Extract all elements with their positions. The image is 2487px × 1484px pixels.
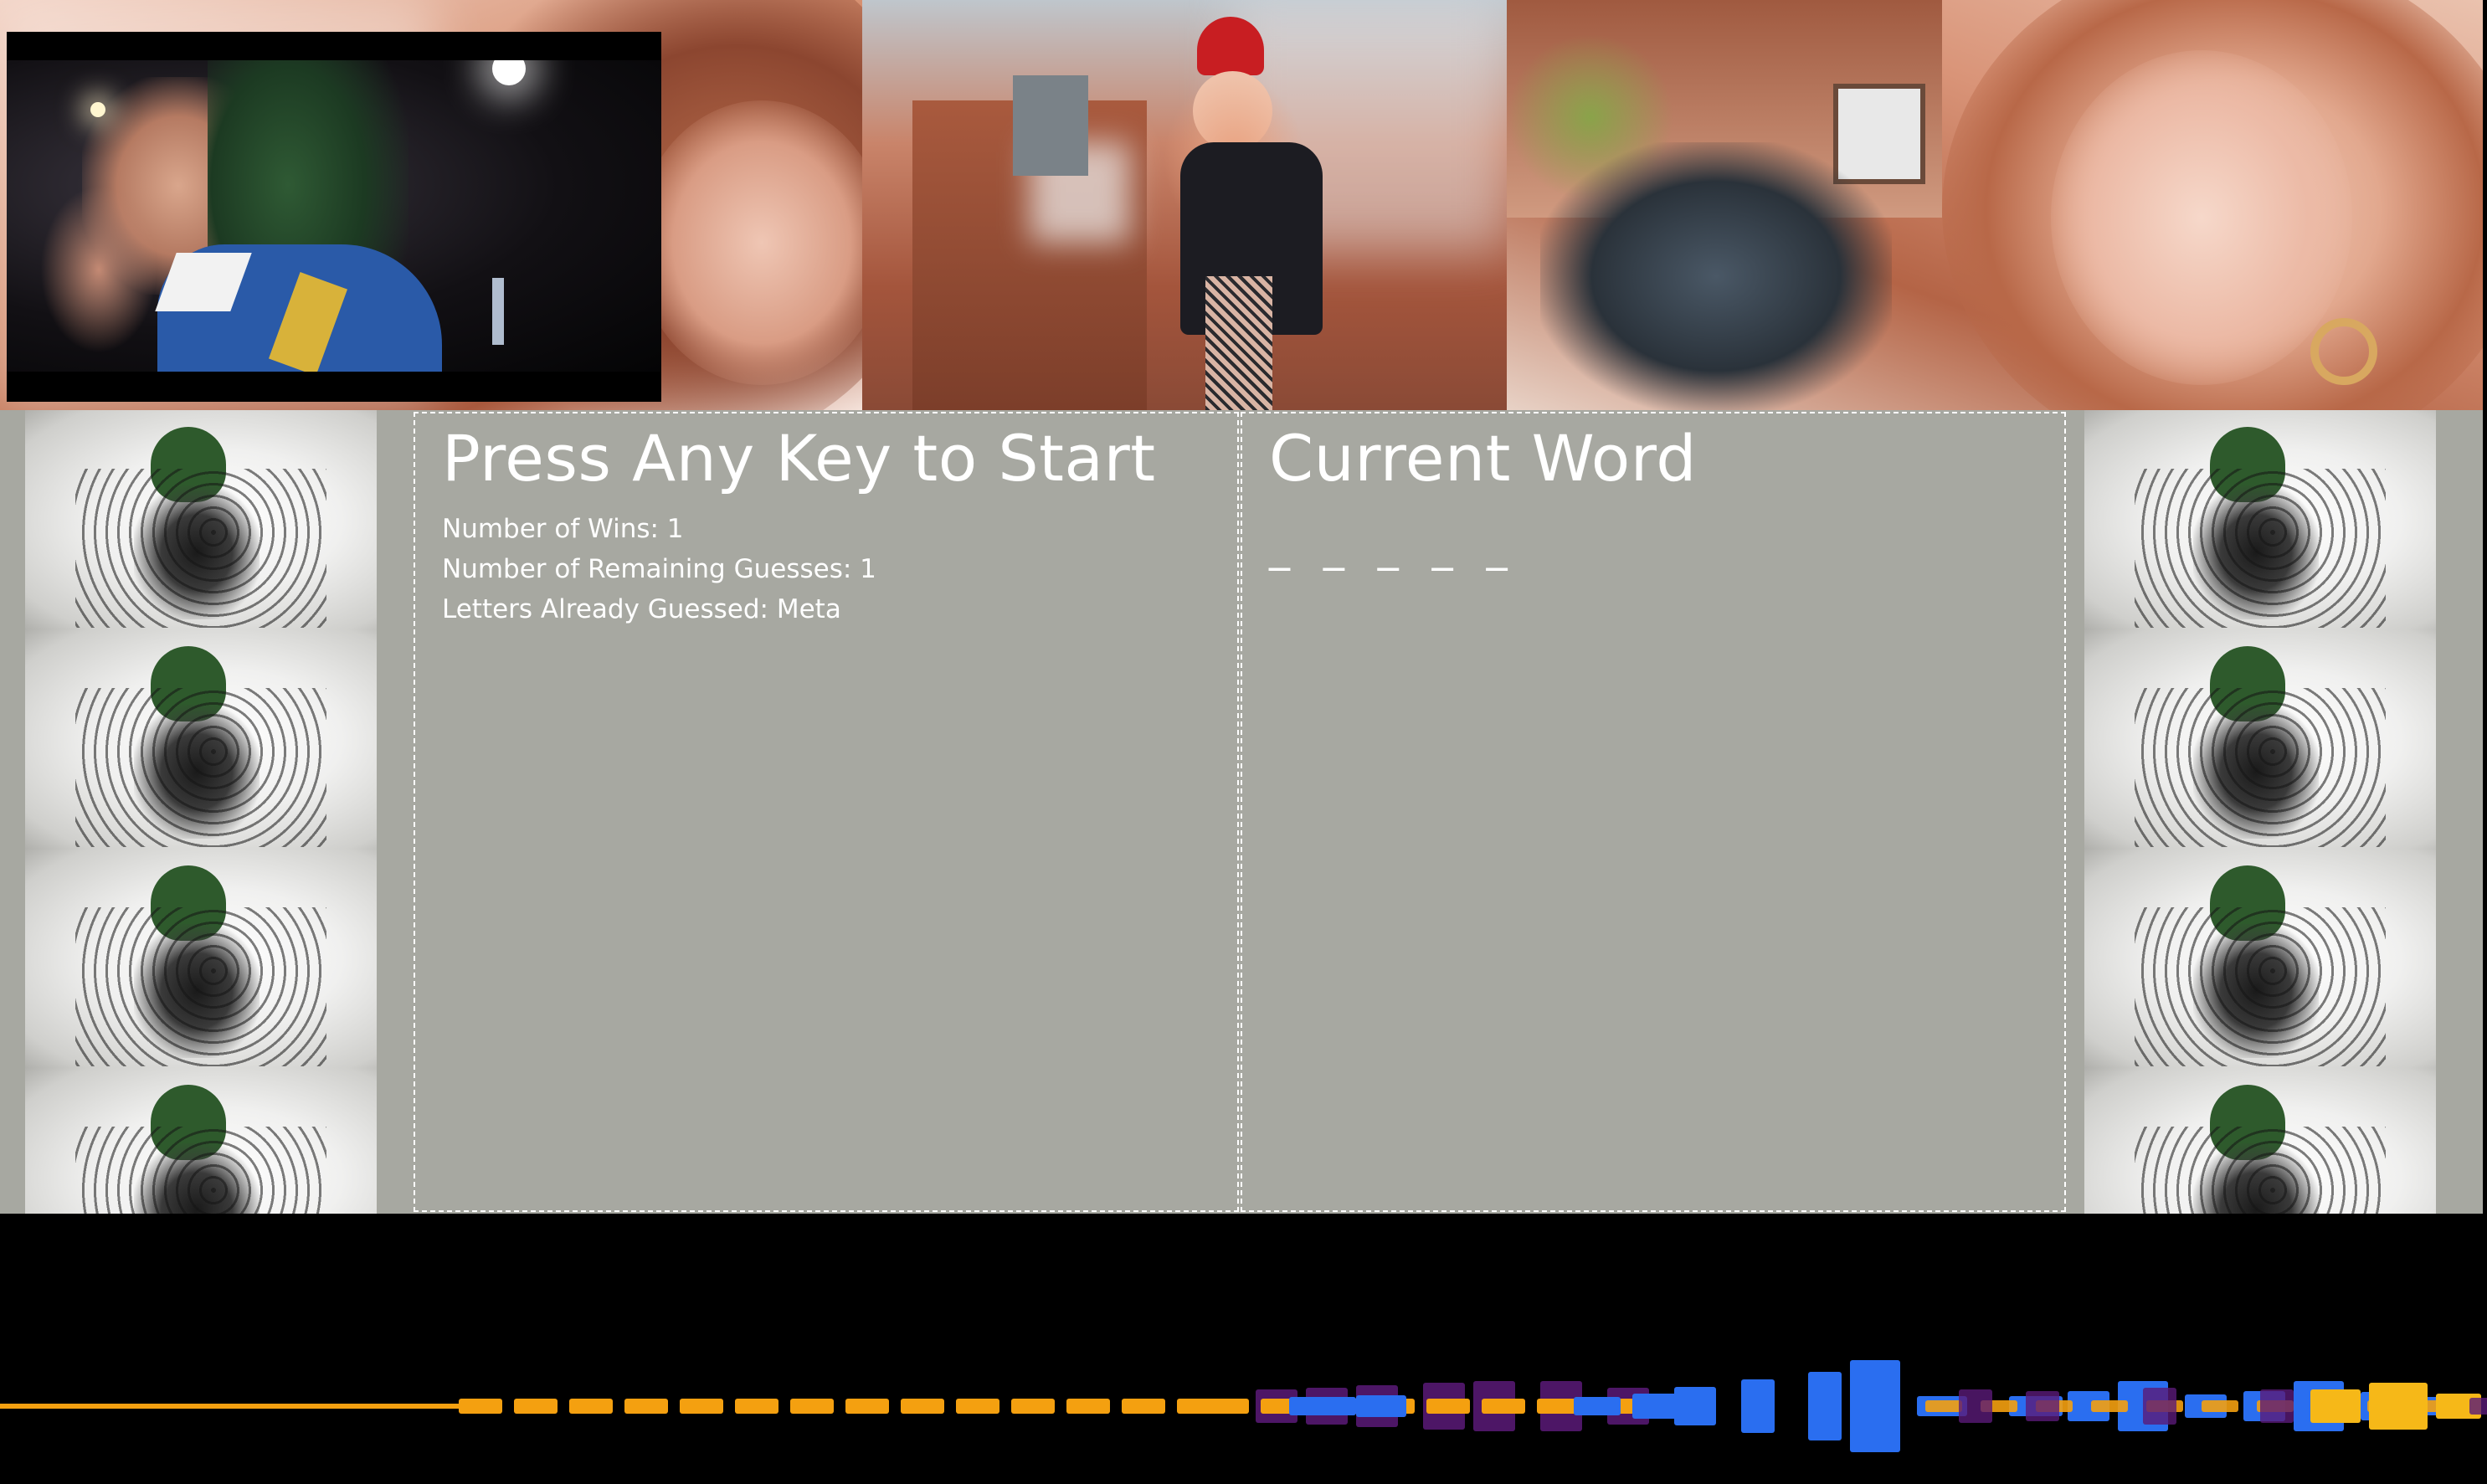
dancer-image (25, 1068, 377, 1214)
visualizer-bar (459, 1399, 502, 1414)
dancer-image (2084, 1068, 2436, 1214)
remaining-guesses-counter: Number of Remaining Guesses: 1 (442, 554, 876, 584)
dancer-image (25, 849, 377, 1068)
current-word-title: Current Word (1269, 421, 1697, 496)
visualizer-bar (1574, 1397, 1621, 1415)
guessed-letters: Letters Already Guessed: Meta (442, 594, 841, 624)
left-dancer-column (25, 410, 402, 1214)
visualizer-bar (1741, 1379, 1775, 1433)
visualizer-bar (2143, 1388, 2176, 1425)
dancer-image (2084, 410, 2436, 629)
dancer-image (25, 629, 377, 849)
visualizer-bar (2026, 1391, 2059, 1421)
visualizer-bar (790, 1399, 834, 1414)
visualizer-bar (1482, 1399, 1525, 1414)
word-blanks: _ _ _ _ _ (1269, 522, 1518, 571)
visualizer-bar (901, 1399, 944, 1414)
visualizer-bar (2469, 1398, 2487, 1415)
start-prompt: Press Any Key to Start (442, 421, 1156, 496)
visualizer-bar (2369, 1383, 2428, 1430)
game-status-panel: Press Any Key to Start Number of Wins: 1… (414, 412, 1239, 1212)
video-player[interactable] (7, 32, 661, 402)
visualizer-bar (2310, 1389, 2361, 1423)
right-dancer-column (2084, 410, 2461, 1214)
visualizer-bar (1959, 1389, 1992, 1423)
visualizer-bar (680, 1399, 723, 1414)
dancer-image (2084, 849, 2436, 1068)
game-area: Press Any Key to Start Number of Wins: 1… (0, 410, 2483, 1214)
visualizer-bar (1850, 1360, 1900, 1452)
visualizer-bar (2260, 1389, 2294, 1423)
dancer-image (25, 410, 377, 629)
wins-counter: Number of Wins: 1 (442, 514, 684, 544)
current-word-panel: Current Word _ _ _ _ _ (1241, 412, 2066, 1212)
visualizer-bar (2091, 1400, 2128, 1412)
visualizer-bar (1011, 1399, 1055, 1414)
visualizer-bar (1122, 1399, 1165, 1414)
dancer-image (2084, 629, 2436, 849)
visualizer-baseline (0, 1404, 469, 1409)
visualizer-bars (0, 1360, 2487, 1452)
visualizer-bar (569, 1399, 613, 1414)
visualizer-bar (1808, 1372, 1842, 1440)
page: Press Any Key to Start Number of Wins: 1… (0, 0, 2487, 1484)
visualizer-bar (1289, 1397, 1356, 1415)
visualizer-bar (956, 1399, 999, 1414)
visualizer-bar (514, 1399, 558, 1414)
video-frame[interactable] (7, 60, 661, 372)
visualizer-bar (1205, 1399, 1249, 1414)
visualizer-bar (1426, 1399, 1470, 1414)
header-banner (0, 0, 2483, 410)
visualizer-bar (1066, 1399, 1110, 1414)
visualizer-bar (1925, 1400, 1962, 1412)
visualizer-bar (1356, 1395, 1406, 1417)
visualizer-bar (1674, 1387, 1716, 1425)
visualizer-bar (624, 1399, 668, 1414)
banner-photo-center (862, 0, 1507, 410)
banner-photo-right (1507, 0, 2483, 410)
visualizer-bar (735, 1399, 778, 1414)
audio-visualizer (0, 1214, 2487, 1484)
visualizer-bar (845, 1399, 889, 1414)
visualizer-bar (2202, 1400, 2238, 1412)
